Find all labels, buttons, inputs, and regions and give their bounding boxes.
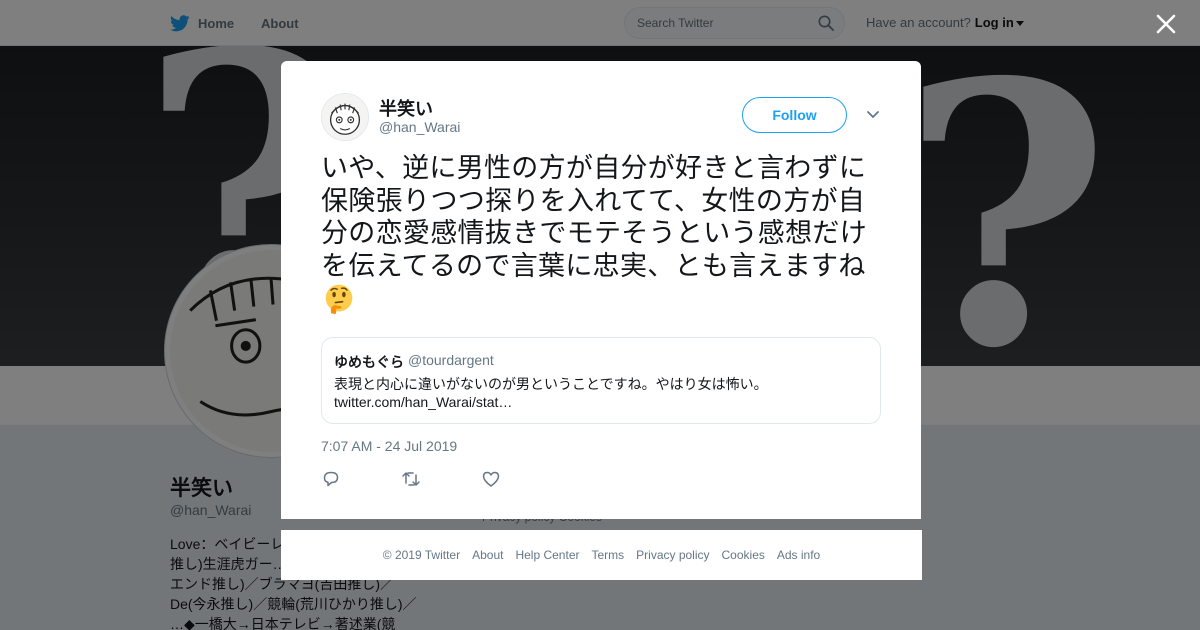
- tweet-modal: 半笑い @han_Warai Follow いや、逆に男性の方が自分が好きと言わ…: [281, 61, 921, 519]
- reply-icon: [323, 471, 339, 487]
- author-avatar-drawing: [322, 94, 368, 140]
- tweet-text: いや、逆に男性の方が自分が好きと言わずに保険張りつつ探りを入れてて、女性の方が自…: [321, 153, 867, 282]
- footer-help-link[interactable]: Help Center: [515, 548, 579, 562]
- follow-button[interactable]: Follow: [742, 97, 847, 133]
- quoted-author-name: ゆめもぐら: [334, 354, 404, 370]
- thinking-face-icon: [325, 284, 353, 315]
- tweet-author-name[interactable]: 半笑い: [379, 95, 433, 121]
- close-icon[interactable]: [1154, 12, 1178, 36]
- quoted-link[interactable]: twitter.com/han_Warai/stat…: [334, 394, 512, 410]
- modal-footer: © 2019 Twitter About Help Center Terms P…: [281, 530, 922, 580]
- footer-cookies-link[interactable]: Cookies: [722, 548, 765, 562]
- tweet-actions: [321, 469, 561, 489]
- quoted-author-handle: @tourdargent: [408, 352, 494, 368]
- tweet-author-handle[interactable]: @han_Warai: [379, 119, 460, 135]
- reply-button[interactable]: [321, 469, 401, 489]
- heart-icon: [482, 471, 500, 487]
- tweet-body: いや、逆に男性の方が自分が好きと言わずに保険張りつつ探りを入れてて、女性の方が自…: [321, 153, 885, 318]
- tweet-timestamp[interactable]: 7:07 AM - 24 Jul 2019: [321, 438, 457, 454]
- quoted-tweet[interactable]: ゆめもぐら @tourdargent 表現と内心に違いがないのが男ということです…: [321, 337, 881, 424]
- footer-ads-link[interactable]: Ads info: [777, 548, 820, 562]
- footer-privacy-link[interactable]: Privacy policy: [636, 548, 709, 562]
- tweet-author-avatar[interactable]: [321, 93, 369, 141]
- retweet-icon: [402, 472, 420, 486]
- chevron-down-icon[interactable]: [865, 109, 881, 121]
- quoted-text: 表現と内心に違いがないのが男ということですね。やはり女は怖い。: [334, 376, 768, 392]
- footer-copyright: © 2019 Twitter: [382, 548, 461, 562]
- like-button[interactable]: [481, 469, 561, 489]
- retweet-button[interactable]: [401, 469, 481, 489]
- footer-about-link[interactable]: About: [472, 548, 503, 562]
- footer-terms-link[interactable]: Terms: [591, 548, 624, 562]
